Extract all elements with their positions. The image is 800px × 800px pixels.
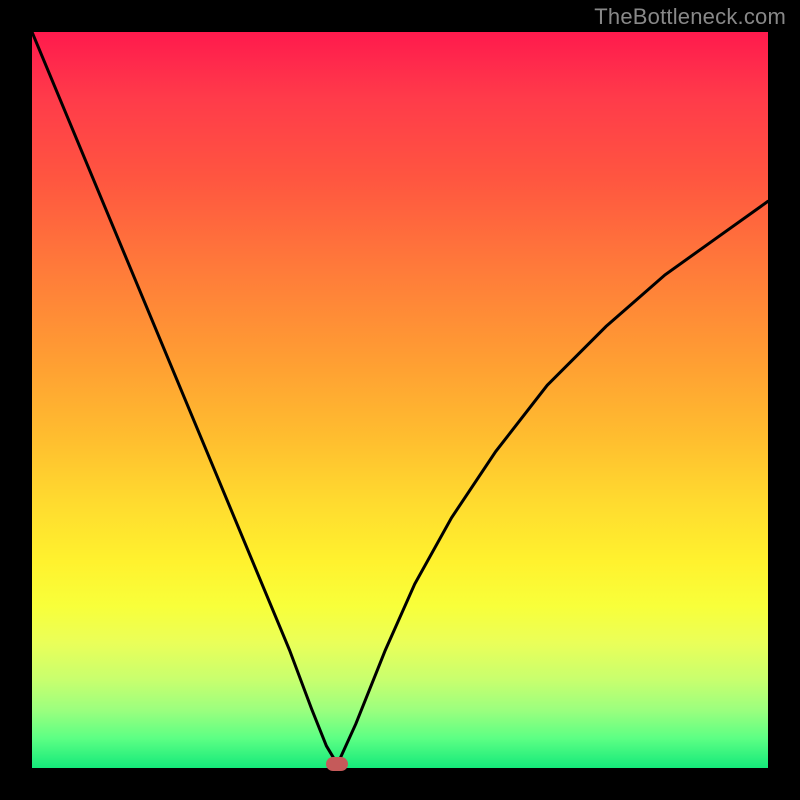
curve-right <box>337 201 768 764</box>
watermark-text: TheBottleneck.com <box>594 4 786 30</box>
chart-frame: TheBottleneck.com <box>0 0 800 800</box>
plot-area <box>32 32 768 768</box>
curve-left <box>32 32 337 764</box>
curve-svg <box>32 32 768 768</box>
optimum-marker <box>326 757 348 771</box>
